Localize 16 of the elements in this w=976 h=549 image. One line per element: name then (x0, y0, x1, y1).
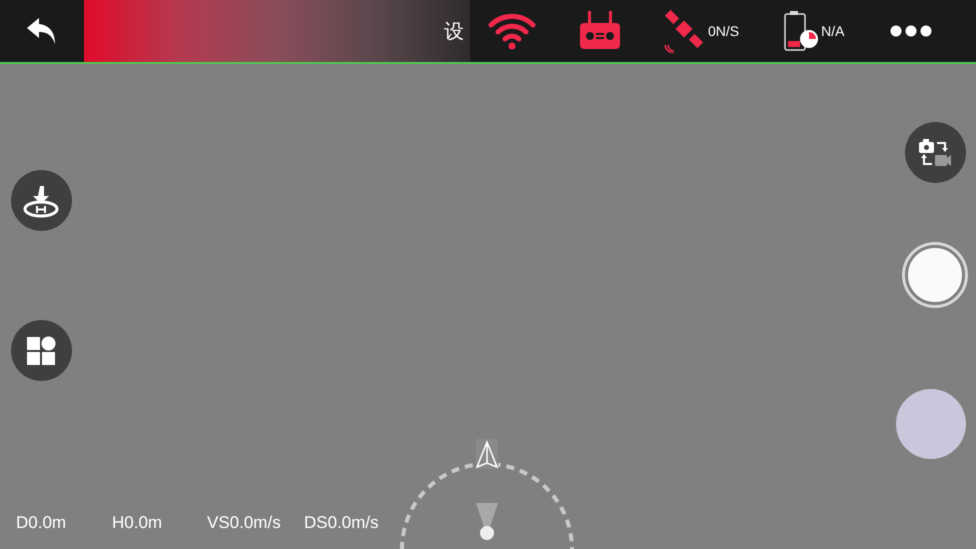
telemetry-reading: DS0.0m/s (304, 513, 379, 533)
more-icon (890, 25, 932, 37)
telemetry-reading: H0.0m (112, 513, 164, 533)
satellite-count: 0N/S (708, 23, 740, 39)
camera-video-switch-icon (918, 138, 952, 168)
satellite-icon (664, 9, 706, 53)
telemetry-reading: D0.0m (16, 513, 68, 533)
remote-controller-icon (578, 11, 622, 51)
battery-icon (783, 11, 820, 51)
title-text: 设 (444, 20, 464, 44)
telemetry-reading: VS0.0m/s (207, 513, 282, 533)
grid-icon (26, 336, 56, 366)
shutter-button[interactable] (905, 245, 965, 305)
landing-pad-icon (22, 184, 60, 218)
battery-status: N/A (821, 23, 844, 39)
wifi-icon (488, 12, 536, 50)
